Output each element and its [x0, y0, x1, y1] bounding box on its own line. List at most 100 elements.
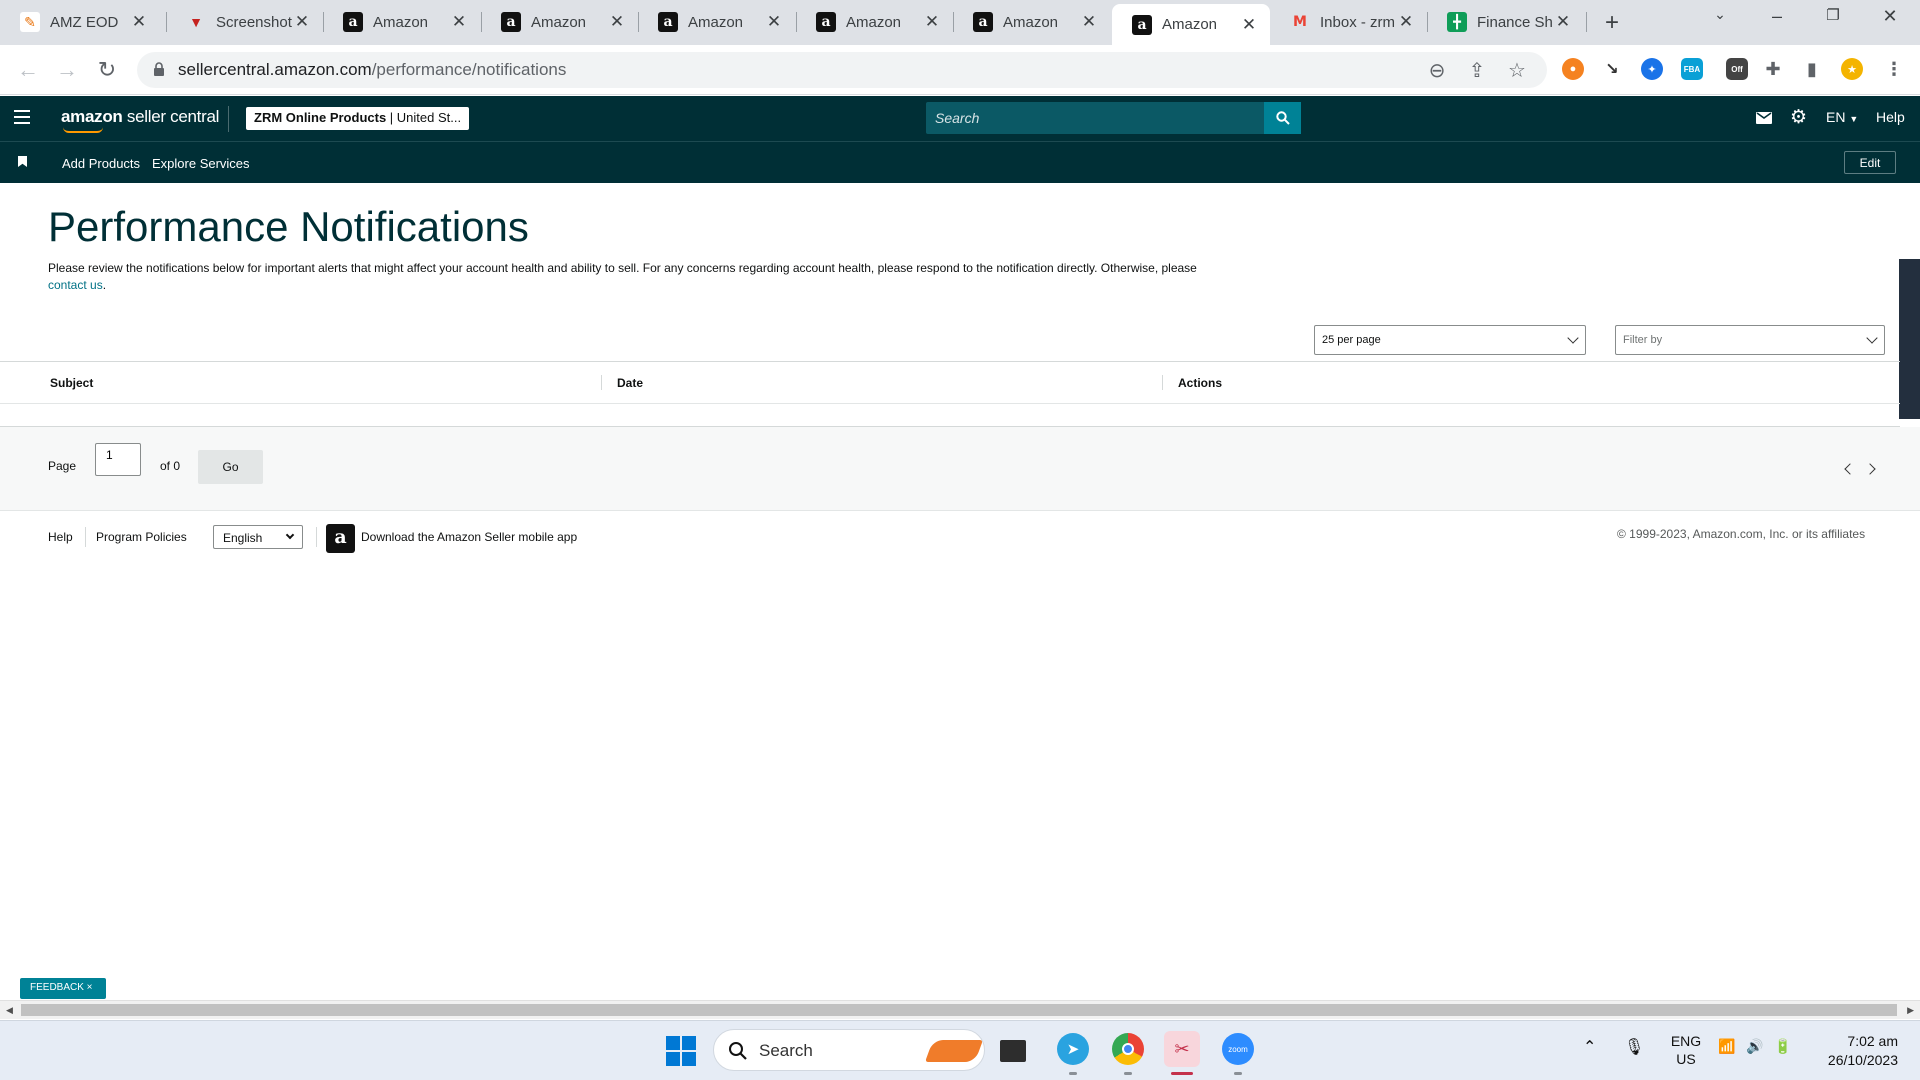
extension-blue-icon[interactable]: ✦: [1641, 58, 1663, 80]
contact-us-link[interactable]: contact us: [48, 278, 103, 292]
amazon-app-icon[interactable]: a: [326, 524, 355, 553]
task-view-icon[interactable]: [1000, 1040, 1026, 1062]
scroll-right-icon[interactable]: ▶: [1907, 1005, 1914, 1016]
extension-off-icon[interactable]: Off: [1726, 58, 1748, 80]
previous-page-icon[interactable]: [1844, 463, 1856, 475]
close-tab-icon[interactable]: ✕: [1397, 12, 1415, 32]
language-selector[interactable]: EN ▼: [1826, 109, 1858, 125]
search-input[interactable]: [926, 102, 1264, 134]
address-bar[interactable]: sellercentral.amazon.com/performance/not…: [137, 52, 1547, 88]
input-language-indicator[interactable]: ENG US: [1668, 1032, 1704, 1068]
close-tab-icon[interactable]: ✕: [1240, 15, 1258, 35]
column-subject[interactable]: Subject: [50, 376, 93, 390]
volume-icon[interactable]: 🔊: [1746, 1038, 1763, 1055]
zoom-out-icon[interactable]: ⊖: [1423, 58, 1451, 83]
tab-search-chevron-icon[interactable]: ⌄: [1700, 6, 1740, 23]
edit-nav-button[interactable]: Edit: [1844, 151, 1896, 174]
extension-orange-icon[interactable]: ●: [1562, 58, 1584, 80]
new-tab-button[interactable]: +: [1598, 9, 1626, 37]
search-highlight-icon: [924, 1040, 984, 1062]
footer-help-link[interactable]: Help: [48, 530, 73, 544]
scroll-left-icon[interactable]: ◀: [6, 1005, 13, 1016]
caret-down-icon: ▼: [1849, 114, 1859, 124]
next-page-icon[interactable]: [1864, 463, 1876, 475]
browser-tab[interactable]: ╋ Finance Sh ✕: [1427, 4, 1584, 40]
forward-arrow-icon[interactable]: →: [53, 57, 81, 83]
close-tab-icon[interactable]: ✕: [130, 12, 148, 32]
url-host: sellercentral.amazon.com: [178, 60, 372, 79]
reload-icon[interactable]: ↻: [93, 57, 121, 83]
browser-tab[interactable]: a Amazon ✕: [796, 4, 953, 40]
nav-explore-services[interactable]: Explore Services: [152, 156, 250, 171]
side-panel-tab[interactable]: [1899, 259, 1920, 419]
hamburger-menu-icon[interactable]: [14, 110, 30, 126]
browser-tab-active[interactable]: a Amazon ✕: [1112, 4, 1270, 45]
browser-tab[interactable]: a Amazon ✕: [638, 4, 795, 40]
bookmark-star-icon[interactable]: ☆: [1503, 58, 1531, 83]
clock[interactable]: 7:02 am 26/10/2023: [1806, 1032, 1898, 1070]
battery-icon[interactable]: 🔋: [1774, 1038, 1791, 1055]
filter-placeholder: Filter by: [1623, 334, 1663, 346]
feedback-button[interactable]: FEEDBACK ×: [20, 978, 106, 999]
bookmark-nav: Add Products Explore Services Edit: [0, 141, 1920, 183]
share-icon[interactable]: ⇪: [1463, 58, 1491, 83]
footer-language-select[interactable]: English: [213, 525, 303, 549]
chrome-icon[interactable]: [1112, 1033, 1144, 1065]
taskbar-search[interactable]: Search: [713, 1029, 985, 1071]
tray-chevron-up-icon[interactable]: ⌃: [1583, 1037, 1596, 1057]
browser-menu-icon[interactable]: ⋮: [1883, 58, 1905, 80]
close-tab-icon[interactable]: ✕: [923, 12, 941, 32]
close-tab-icon[interactable]: ✕: [450, 12, 468, 32]
per-page-select[interactable]: 25 per page: [1314, 325, 1586, 355]
minimize-window-icon[interactable]: –: [1757, 6, 1797, 27]
extension-fba-icon[interactable]: FBA: [1681, 58, 1703, 80]
browser-tab[interactable]: ▼ Screenshot ✕: [166, 4, 323, 40]
close-tab-icon[interactable]: ✕: [765, 12, 783, 32]
program-policies-link[interactable]: Program Policies: [96, 530, 187, 544]
close-tab-icon[interactable]: ✕: [1080, 12, 1098, 32]
search-icon: [729, 1042, 747, 1060]
close-tab-icon[interactable]: ✕: [293, 12, 311, 32]
browser-tab[interactable]: a Amazon ✕: [323, 4, 480, 40]
horizontal-scrollbar[interactable]: ◀ ▶: [0, 1000, 1920, 1019]
chevron-down-icon: [285, 530, 295, 540]
tab-title: AMZ EOD: [50, 13, 119, 31]
go-button[interactable]: Go: [198, 450, 263, 484]
filter-select[interactable]: Filter by: [1615, 325, 1885, 355]
zoom-app-icon[interactable]: zoom: [1222, 1033, 1254, 1065]
back-arrow-icon[interactable]: ←: [14, 57, 42, 83]
amazon-favicon-icon: a: [1132, 14, 1152, 35]
tab-title: Amazon: [1003, 13, 1059, 31]
wifi-icon[interactable]: 📶: [1718, 1038, 1735, 1055]
browser-tab[interactable]: ✎ AMZ EOD ✕: [0, 4, 160, 40]
telegram-icon[interactable]: ➤: [1057, 1033, 1089, 1065]
settings-gear-icon[interactable]: ⚙: [1790, 106, 1807, 129]
search-button[interactable]: [1264, 102, 1301, 134]
browser-tab[interactable]: M Inbox - zrm ✕: [1270, 4, 1427, 40]
snipping-tool-icon[interactable]: ✂: [1164, 1031, 1200, 1067]
browser-tab[interactable]: a Amazon ✕: [953, 4, 1110, 40]
header-help-link[interactable]: Help: [1876, 109, 1905, 125]
account-switcher[interactable]: ZRM Online Products | United St...: [246, 107, 470, 130]
browser-tab[interactable]: a Amazon ✕: [481, 4, 638, 40]
footer-language-value: English: [223, 531, 263, 545]
microphone-icon[interactable]: 🎙: [1624, 1037, 1644, 1057]
amazon-favicon-icon: a: [973, 12, 993, 32]
restore-window-icon[interactable]: ❐: [1813, 6, 1853, 24]
close-tab-icon[interactable]: ✕: [1554, 12, 1572, 32]
extensions-puzzle-icon[interactable]: ✚: [1762, 58, 1784, 80]
windows-start-icon[interactable]: [666, 1036, 696, 1066]
scrollbar-thumb[interactable]: [21, 1004, 1897, 1016]
nav-add-products[interactable]: Add Products: [62, 156, 140, 171]
seller-central-logo[interactable]: amazon seller central: [61, 107, 219, 133]
extension-arrow-icon[interactable]: ↘: [1601, 58, 1623, 80]
close-tab-icon[interactable]: ✕: [608, 12, 626, 32]
profile-avatar-icon[interactable]: ★: [1841, 58, 1863, 80]
bookmark-icon[interactable]: [18, 156, 27, 167]
side-panel-icon[interactable]: ▮: [1801, 58, 1823, 80]
close-window-icon[interactable]: ✕: [1870, 6, 1910, 27]
mail-icon[interactable]: [1756, 112, 1772, 124]
download-app-link[interactable]: Download the Amazon Seller mobile app: [361, 530, 577, 544]
page-number-input[interactable]: [95, 443, 141, 476]
column-date[interactable]: Date: [617, 376, 643, 390]
